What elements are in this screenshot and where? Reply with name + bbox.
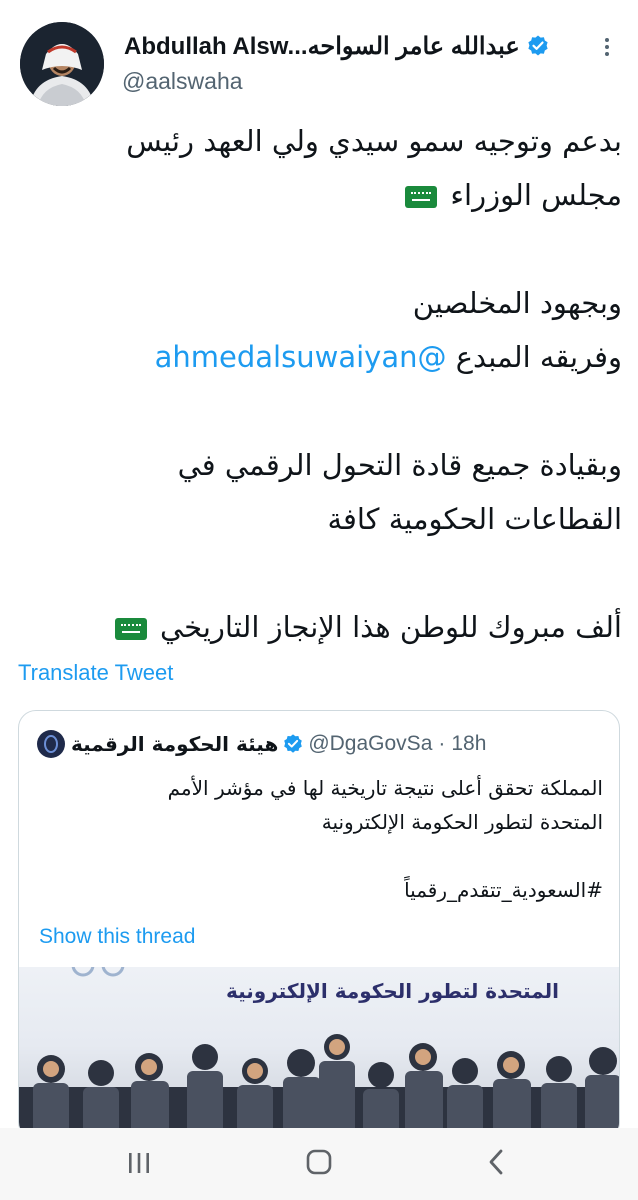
- back-icon[interactable]: [486, 1148, 506, 1176]
- translate-tweet-link[interactable]: Translate Tweet: [18, 660, 173, 686]
- system-navigation-bar: [0, 1128, 638, 1200]
- quoted-tweet-text: المملكة تحقق أعلى نتيجة تاريخية لها في م…: [37, 771, 603, 907]
- author-avatar[interactable]: [20, 22, 104, 106]
- saudi-flag-icon: [405, 186, 438, 208]
- verified-icon: [526, 34, 550, 58]
- quoted-timestamp[interactable]: 18h: [451, 732, 486, 756]
- show-thread-link[interactable]: Show this thread: [39, 925, 195, 949]
- recent-apps-icon[interactable]: [126, 1150, 152, 1176]
- group-photo-crowd: [19, 1034, 619, 1139]
- author-name[interactable]: Abdullah Alsw...عبدالله عامر السواحه: [124, 32, 520, 61]
- tweet-line: مجلس الوزراء: [18, 168, 622, 222]
- quoted-author-name[interactable]: هيئة الحكومة الرقمية: [71, 732, 278, 756]
- author-handle[interactable]: @aalswaha: [122, 68, 243, 95]
- hashtag-link[interactable]: #السعودية_تتقدم_رقمياً: [37, 873, 603, 907]
- home-icon[interactable]: [305, 1148, 333, 1176]
- quoted-tweet-header: هيئة الحكومة الرقمية @DgaGovSa · 18h: [37, 729, 607, 759]
- saudi-flag-icon: [114, 618, 147, 640]
- author-name-row[interactable]: Abdullah Alsw...عبدالله عامر السواحه: [124, 26, 584, 66]
- tweet-line: وفريقه المبدع @ahmedalsuwaiyan: [18, 330, 622, 384]
- mention-link[interactable]: @ahmedalsuwaiyan: [155, 340, 447, 374]
- quoted-line: المتحدة لتطور الحكومة الإلكترونية: [321, 810, 603, 834]
- quoted-tweet-image[interactable]: المتحدة لتطور الحكومة الإلكترونية: [19, 967, 619, 1139]
- tweet-line: ألف مبروك للوطن هذا الإنجاز التاريخي: [18, 600, 622, 654]
- tweet-line: وبجهود المخلصين: [412, 286, 622, 320]
- tweet-text: بدعم وتوجيه سمو سيدي ولي العهد رئيس مجلس…: [18, 114, 622, 654]
- quoted-author-avatar[interactable]: [37, 730, 65, 758]
- separator-dot: ·: [438, 732, 446, 755]
- more-vertical-icon[interactable]: [596, 36, 618, 58]
- verified-icon: [282, 733, 304, 755]
- tweet-line-text: وفريقه المبدع: [455, 340, 622, 374]
- tweet-line: وبقيادة جميع قادة التحول الرقمي في: [177, 448, 622, 482]
- image-caption: المتحدة لتطور الحكومة الإلكترونية: [226, 979, 559, 1003]
- quoted-author-handle[interactable]: @DgaGovSa: [308, 732, 432, 756]
- quoted-line: المملكة تحقق أعلى نتيجة تاريخية لها في م…: [167, 776, 603, 800]
- tweet-line: بدعم وتوجيه سمو سيدي ولي العهد رئيس: [126, 124, 622, 158]
- tweet-line: القطاعات الحكومية كافة: [327, 502, 622, 536]
- quoted-tweet-card[interactable]: هيئة الحكومة الرقمية @DgaGovSa · 18h الم…: [18, 710, 620, 1140]
